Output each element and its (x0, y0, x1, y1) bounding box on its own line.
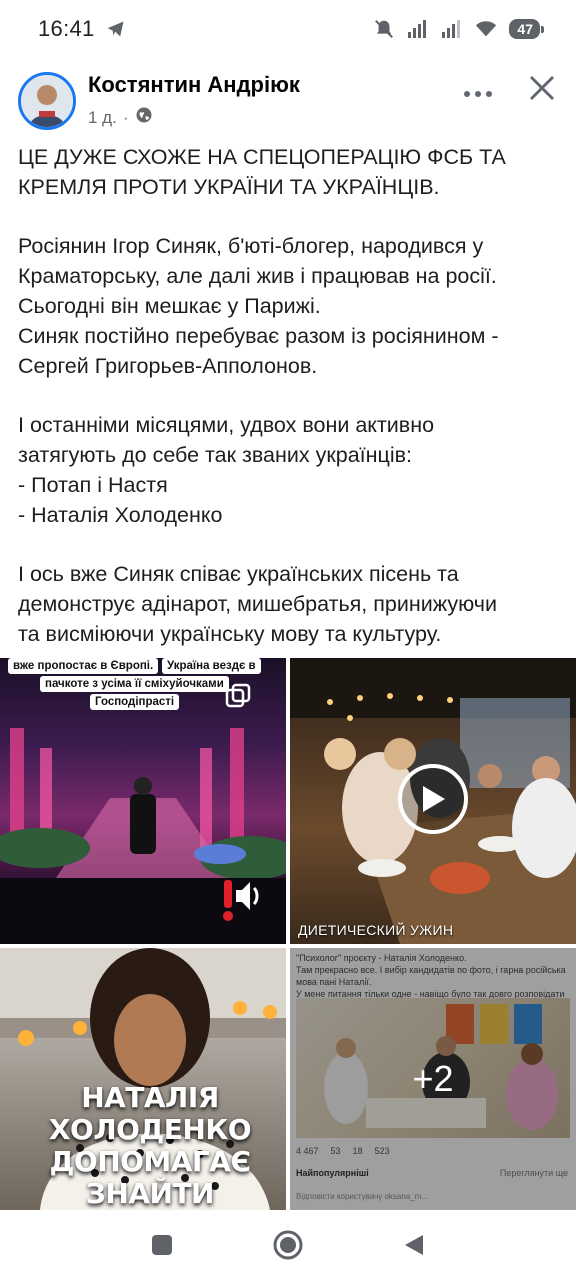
media-grid: вже пропостає в Європі. Україна вездє в … (0, 658, 576, 1210)
overlay-title-line: НАТАЛІЯ ХОЛОДЕНКО (48, 1081, 252, 1146)
post-text: ЦЕ ДУЖЕ СХОЖЕ НА СПЕЦОПЕРАЦІЮ ФСБ ТА КРЕ… (18, 142, 566, 649)
post-text-line: Сергей Григорьев-Апполонов. (18, 354, 318, 378)
status-time: 16:41 (38, 16, 95, 41)
battery-icon: 47 (509, 19, 544, 39)
post-text-line: І останніми місяцями, удвох вони активно (18, 413, 435, 437)
more-photos-overlay[interactable]: +2 (290, 948, 576, 1210)
post-text-line: Синяк постійно перебуває разом із росіян… (18, 324, 499, 348)
post-text-line: Росіянин Ігор Синяк, б'юті-блогер, народ… (18, 234, 484, 258)
status-bar: 16:41 47 (0, 0, 576, 58)
portrait-overlay-title: НАТАЛІЯ ХОЛОДЕНКО ДОПОМАГАЄ ЗНАЙТИ (30, 1082, 270, 1210)
tile-caption: Україна вездє в (162, 658, 261, 674)
media-tile-portrait[interactable]: НАТАЛІЯ ХОЛОДЕНКО ДОПОМАГАЄ ЗНАЙТИ (0, 948, 286, 1210)
post-text-line: та висміюючи українську мову та культуру… (18, 622, 442, 646)
sound-icon[interactable] (210, 874, 266, 930)
video-caption: ДИЕТИЧЕСКИЙ УЖИН (298, 922, 454, 938)
more-options-icon[interactable] (460, 76, 496, 112)
post-text-line: - Потап і Настя (18, 473, 168, 497)
post-header: Костянтин Андріюк 1 д. · (0, 64, 576, 140)
tile-caption: Господіпрасті (90, 694, 180, 710)
close-icon[interactable] (522, 68, 562, 108)
post-text-line: Сьогодні він мешкає у Парижі. (18, 294, 321, 318)
media-tile-dinner-video[interactable]: ДИЕТИЧЕСКИЙ УЖИН (290, 658, 576, 944)
play-icon[interactable] (398, 764, 468, 834)
post-text-line: Краматорську, але далі жив і працював на… (18, 264, 497, 288)
copy-icon (224, 682, 252, 710)
post-text-line: КРЕМЛЯ ПРОТИ УКРАЇНИ ТА УКРАЇНЦІВ. (18, 175, 440, 199)
signal-icon (407, 18, 429, 40)
wifi-icon (475, 18, 497, 40)
globe-icon (135, 106, 153, 129)
avatar[interactable] (18, 72, 76, 130)
signal-icon (441, 18, 463, 40)
recents-icon[interactable] (144, 1227, 180, 1263)
post-text-line: - Наталія Холоденко (18, 503, 223, 527)
tile-caption: вже пропостає в Європі. (8, 658, 159, 674)
media-tile-more[interactable]: "Психолог" проєкту - Наталія Холоденко. … (290, 948, 576, 1210)
post-text-line: затягують до себе так званих українців: (18, 443, 412, 467)
post-text-line: І ось вже Синяк співає українських пісен… (18, 562, 459, 586)
tile-caption: пачкоте з усіма її сміхуйочками (40, 676, 229, 692)
media-tile-stage-video[interactable]: вже пропостає в Європі. Україна вездє в … (0, 658, 286, 944)
system-nav-bar (0, 1210, 576, 1280)
home-icon[interactable] (270, 1227, 306, 1263)
post-text-line: демонструє адінарот, мишебратья, принижу… (18, 592, 497, 616)
dot-separator: · (122, 107, 129, 127)
overlay-title-line: ДОПОМАГАЄ ЗНАЙТИ (49, 1145, 251, 1210)
post-text-line: ЦЕ ДУЖЕ СХОЖЕ НА СПЕЦОПЕРАЦІЮ ФСБ ТА (18, 145, 506, 169)
more-photos-count: +2 (412, 1058, 454, 1099)
post-author[interactable]: Костянтин Андріюк (88, 72, 300, 98)
mute-icon (373, 18, 395, 40)
telegram-icon (105, 18, 127, 40)
post-meta: 1 д. · (88, 106, 153, 129)
back-icon[interactable] (396, 1227, 432, 1263)
post-time[interactable]: 1 д. (88, 108, 117, 128)
